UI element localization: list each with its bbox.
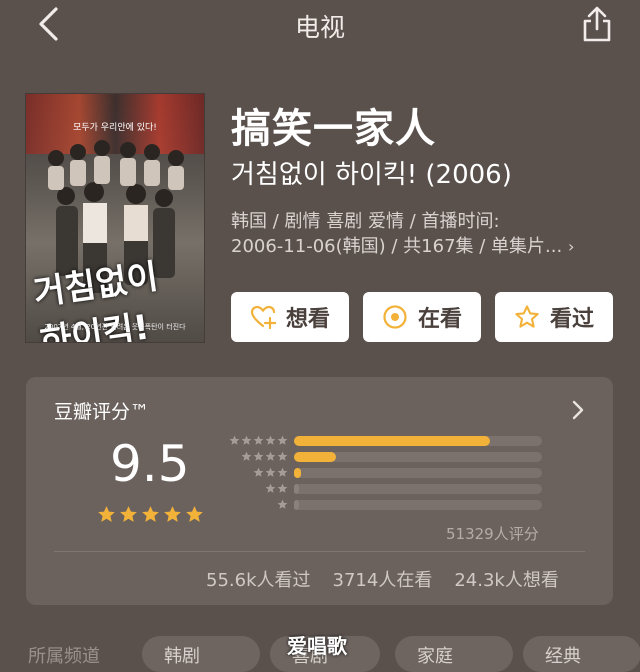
star-icon [241,451,252,461]
star-icon [265,467,276,477]
star-icon [253,435,264,445]
star-icon [253,451,264,461]
star-icon [142,506,159,522]
distribution-bar-track [294,468,542,478]
want-to-watch-button[interactable]: 想看 [231,292,349,342]
star-icon [277,499,288,509]
watched-count[interactable]: 55.6k人看过 [206,566,311,592]
rating-score: 9.5 [110,435,190,493]
chevron-right-icon: › [567,237,575,256]
star-icon [98,506,115,522]
star-icon [241,435,252,445]
distribution-stars [222,435,288,446]
want-to-watch-label: 想看 [285,307,330,332]
poster-date-text: 2007년 4월, 20년간 밀려온 웃음폭탄이 터진다 [44,323,186,331]
distribution-bar-fill [294,500,299,510]
channel-chip[interactable]: 家庭 [395,636,513,672]
watching-count[interactable]: 3714人在看 [333,566,433,592]
watched-label: 看过 [549,307,594,332]
watched-button[interactable]: 看过 [495,292,613,342]
star-icon [229,435,240,445]
distribution-bar-fill [294,484,299,494]
divider [54,551,585,552]
star-icon [186,506,203,522]
star-icon [265,451,276,461]
show-meta-line-2[interactable]: 2006-11-06(韩国) / 共167集 / 单集片... › [231,232,611,258]
target-icon [383,305,407,329]
distribution-stars [222,483,288,494]
share-icon[interactable] [580,5,614,43]
poster-tagline: 모두가 우리안에 있다! [73,123,157,133]
star-icon [120,506,137,522]
distribution-stars [222,451,288,462]
distribution-bar-track [294,484,542,494]
distribution-bar-track [294,500,542,510]
show-meta-text: 2006-11-06(韩国) / 共167集 / 单集片... [231,236,563,257]
distribution-bar-fill [294,452,337,462]
distribution-bar-track [294,452,542,462]
original-title: 거침없이 하이킥! (2006) [231,160,512,190]
watching-label: 在看 [417,307,462,332]
channel-section-label: 所属频道 [28,646,100,667]
page-title: 电视 [294,13,345,42]
distribution-bar-track [294,436,542,446]
want-count[interactable]: 24.3k人想看 [454,566,559,592]
star-icon [277,467,288,477]
distribution-stars [222,467,288,478]
rating-source-label: 豆瓣评分™ [54,401,150,423]
channel-chip[interactable]: 经典 [523,636,640,672]
top-bar: 电视 [0,0,640,50]
distribution-bar-fill [294,436,490,446]
star-icon [253,467,264,477]
star-icon [277,435,288,445]
chevron-right-icon[interactable] [571,399,585,421]
distribution-bar-fill [294,468,302,478]
poster-image[interactable]: 모두가 우리안에 있다! 거침없이 하이킥! 2007년 4월, 20년간 밀려… [26,94,204,342]
watermark: 爱唱歌 [287,634,347,658]
star-icon [164,506,181,522]
rating-count: 51329人评分 [446,525,539,543]
heart-plus-icon [250,305,276,330]
channel-chip[interactable]: 韩剧 [142,636,260,672]
watching-button[interactable]: 在看 [363,292,481,342]
rating-stars [97,505,204,524]
show-meta-line-1[interactable]: 韩国 / 剧情 喜剧 爱情 / 首播时间: [231,207,611,233]
rating-card[interactable]: 豆瓣评分™ 9.5 51329人评分 55.6k人看过 3714人在看 24.3… [26,377,613,605]
viewer-stats: 55.6k人看过 3714人在看 24.3k人想看 [206,566,559,592]
star-outline-icon [515,305,539,328]
star-icon [277,483,288,493]
distribution-stars [222,499,288,510]
star-icon [265,435,276,445]
star-icon [277,451,288,461]
show-title: 搞笑一家人 [231,106,436,152]
star-icon [265,483,276,493]
